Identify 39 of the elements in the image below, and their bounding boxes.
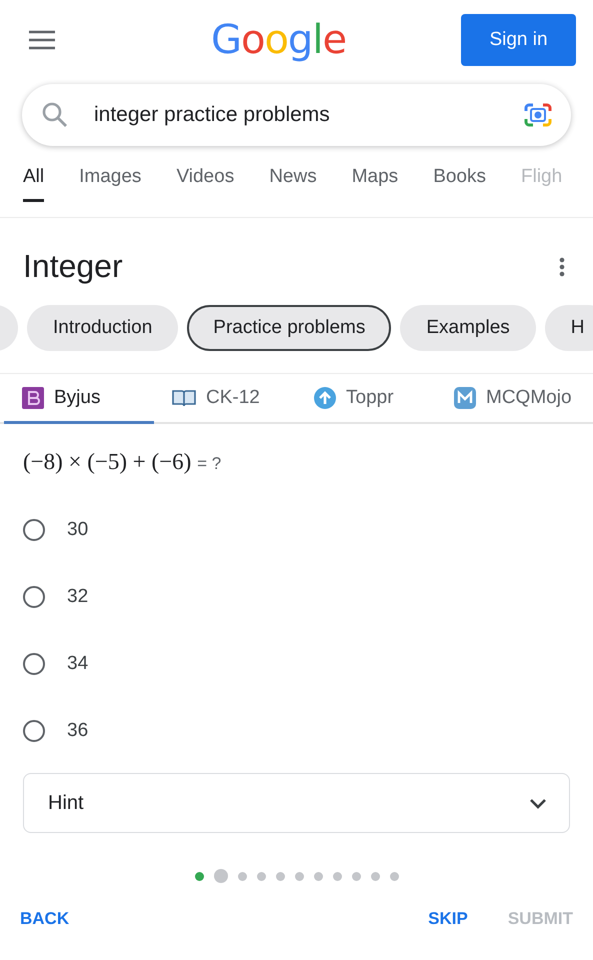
search-bar[interactable]: integer practice problems [22, 84, 571, 146]
radio-button[interactable] [23, 586, 45, 608]
source-tab[interactable]: Byjus [4, 374, 154, 424]
search-icon [42, 102, 68, 128]
logo-icon [454, 387, 476, 409]
search-tab[interactable]: Books [433, 166, 486, 202]
search-tab[interactable]: Images [79, 166, 142, 202]
logo-icon [22, 387, 44, 409]
search-tab[interactable]: News [269, 166, 317, 202]
option-label: 32 [67, 586, 88, 608]
question-text: (−8) × (−5) + (−6) = ? [22, 448, 222, 476]
filter-chip[interactable]: H [544, 305, 593, 351]
chevron-icon [529, 798, 547, 808]
camera-icon[interactable] [523, 101, 553, 129]
filter-chip[interactable]: Introduction [27, 305, 178, 351]
option-label: 36 [67, 720, 88, 742]
radio-button[interactable] [23, 518, 45, 540]
filter-chip[interactable]: Examples [400, 305, 536, 351]
hint-dropdown[interactable]: Hint [23, 773, 570, 833]
option-label: 30 [67, 518, 88, 540]
sign-in-button[interactable]: Sign in [461, 14, 576, 66]
panel-title: Integer [23, 248, 123, 285]
footer-button[interactable]: SKIP [428, 909, 468, 929]
option-label: 34 [67, 652, 88, 674]
filter-chip[interactable]: Practice problems [187, 305, 392, 351]
book-icon [172, 388, 196, 408]
radio-button[interactable] [23, 652, 45, 674]
search-field[interactable]: integer practice problems [92, 102, 499, 128]
search-tab[interactable]: Maps [352, 166, 398, 202]
search-tab[interactable]: Videos [176, 166, 234, 202]
search-tab[interactable]: All [23, 166, 44, 202]
source-tab[interactable]: CK-12 [154, 374, 296, 424]
footer-button[interactable]: BACK [20, 909, 70, 929]
logo[interactable]: Google [210, 16, 346, 62]
source-tab[interactable]: MCQMojo [436, 374, 586, 424]
source-tab[interactable]: Toppr [296, 374, 436, 424]
more-icon[interactable] [559, 256, 565, 276]
radio-button[interactable] [23, 720, 45, 742]
menu-icon[interactable] [28, 30, 56, 50]
